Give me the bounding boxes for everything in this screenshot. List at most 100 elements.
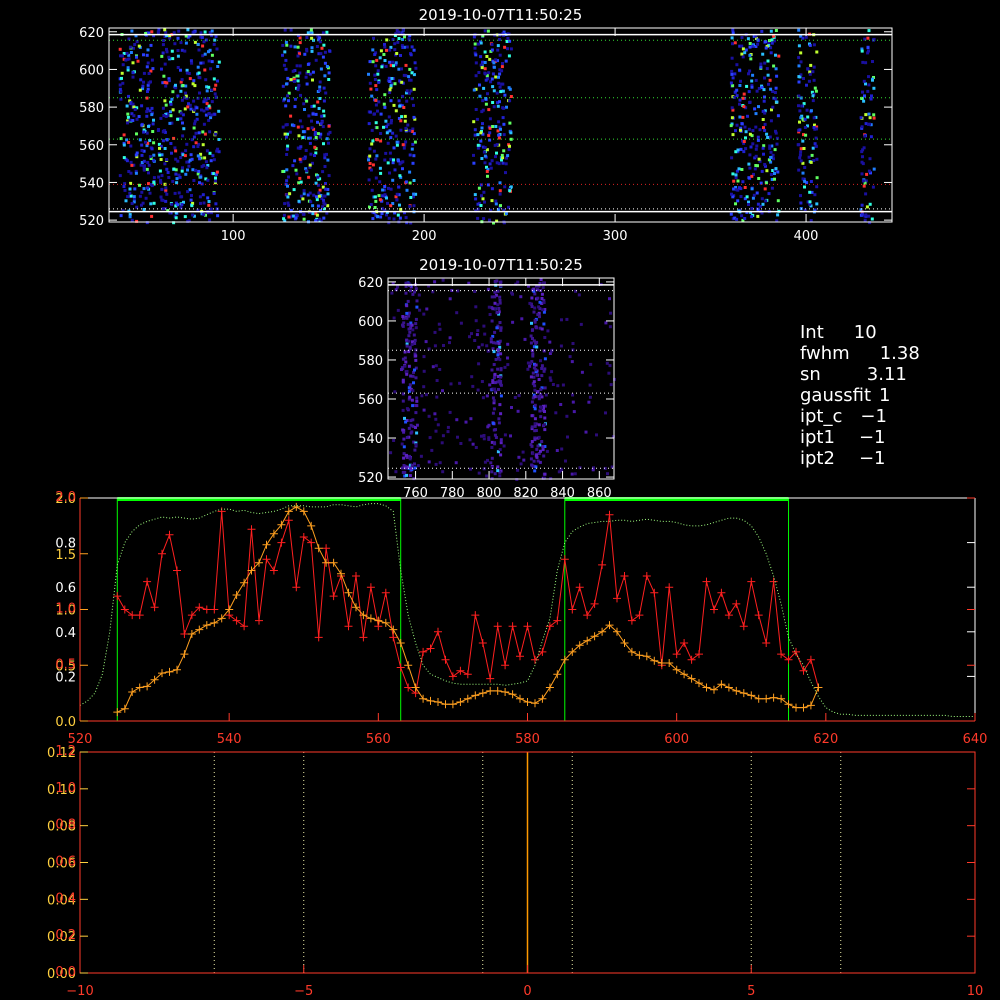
- image-pixel: [298, 157, 302, 161]
- image-pixel: [161, 43, 165, 47]
- image-pixel: [494, 202, 498, 206]
- image-pixel: [435, 379, 439, 382]
- image-pixel: [138, 183, 141, 187]
- image-pixel: [813, 142, 817, 146]
- image-pixel: [317, 191, 321, 195]
- image-pixel: [494, 58, 498, 62]
- data-point: [411, 683, 420, 692]
- data-point: [240, 622, 249, 631]
- image-pixel: [752, 193, 756, 197]
- image-pixel: [132, 195, 136, 199]
- image-pixel: [815, 176, 819, 180]
- image-pixel: [861, 162, 865, 166]
- image-pixel: [176, 94, 180, 98]
- image-pixel: [476, 42, 480, 46]
- image-pixel: [571, 342, 575, 345]
- image-pixel: [194, 168, 198, 172]
- image-pixel: [131, 119, 135, 122]
- image-pixel: [413, 290, 416, 294]
- image-pixel: [192, 99, 196, 103]
- image-pixel: [501, 82, 505, 86]
- y-tick-label: 0.4: [55, 891, 76, 906]
- image-pixel: [739, 128, 742, 132]
- image-pixel: [128, 45, 132, 49]
- x-tick-label: 820: [513, 486, 538, 501]
- image-pixel: [483, 29, 487, 33]
- image-pixel: [407, 314, 411, 318]
- image-pixel: [747, 203, 750, 206]
- image-pixel: [394, 134, 398, 138]
- image-pixel: [190, 204, 194, 208]
- image-pixel: [404, 63, 408, 67]
- image-pixel: [533, 388, 537, 392]
- image-pixel: [740, 44, 744, 48]
- data-point: [784, 700, 793, 709]
- image-pixel: [872, 86, 876, 90]
- image-pixel: [532, 380, 536, 384]
- data-point: [426, 644, 435, 653]
- x-tick-label: 600: [664, 732, 689, 747]
- image-pixel: [415, 305, 419, 309]
- image-pixel: [142, 53, 145, 57]
- image-pixel: [193, 122, 197, 126]
- image-pixel: [199, 201, 202, 205]
- image-pixel: [480, 126, 484, 130]
- image-pixel: [867, 169, 871, 173]
- image-pixel: [192, 126, 196, 130]
- image-pixel: [173, 42, 177, 46]
- image-pixel: [368, 110, 372, 114]
- image-pixel: [313, 145, 317, 149]
- image-pixel: [744, 48, 748, 52]
- image-pixel: [169, 142, 173, 145]
- image-pixel: [145, 131, 149, 135]
- image-pixel: [369, 168, 373, 172]
- image-pixel: [861, 60, 865, 64]
- image-pixel: [379, 215, 383, 219]
- image-pixel: [492, 61, 496, 65]
- image-pixel: [437, 322, 441, 326]
- image-pixel: [311, 212, 315, 216]
- y-tick-label: 0.0: [55, 965, 76, 980]
- image-pixel: [310, 119, 313, 123]
- image-pixel: [743, 125, 747, 129]
- image-pixel: [749, 57, 753, 61]
- image-pixel: [736, 179, 740, 183]
- image-pixel: [509, 137, 513, 141]
- image-pixel: [798, 156, 802, 160]
- image-pixel: [731, 195, 735, 199]
- image-pixel: [543, 386, 547, 390]
- image-pixel: [184, 84, 188, 88]
- image-pixel: [740, 36, 744, 39]
- image-pixel: [304, 75, 308, 79]
- image-pixel: [142, 80, 145, 84]
- image-pixel: [299, 194, 303, 198]
- image-pixel: [160, 54, 164, 58]
- image-pixel: [216, 214, 220, 218]
- image-pixel: [731, 28, 735, 32]
- image-pixel: [490, 456, 494, 460]
- image-pixel: [392, 439, 396, 442]
- image-pixel: [282, 217, 286, 221]
- image-pixel: [511, 320, 515, 324]
- image-pixel: [860, 203, 864, 207]
- image-pixel: [496, 44, 500, 48]
- image-pixel: [212, 172, 216, 176]
- image-pixel: [170, 49, 174, 53]
- image-pixel: [499, 204, 502, 208]
- image-pixel: [533, 306, 537, 310]
- data-point: [128, 688, 137, 696]
- image-pixel: [530, 296, 534, 300]
- image-pixel: [326, 132, 330, 136]
- image-pixel: [517, 455, 521, 459]
- data-point: [747, 691, 756, 700]
- image-pixel: [539, 387, 543, 391]
- image-pixel: [370, 128, 374, 132]
- image-pixel: [375, 88, 379, 92]
- image-pixel: [202, 109, 206, 113]
- image-pixel: [291, 69, 295, 73]
- data-point: [650, 588, 659, 597]
- image-pixel: [542, 454, 546, 458]
- image-pixel: [774, 131, 778, 135]
- image-pixel: [137, 115, 141, 118]
- image-pixel: [517, 394, 521, 398]
